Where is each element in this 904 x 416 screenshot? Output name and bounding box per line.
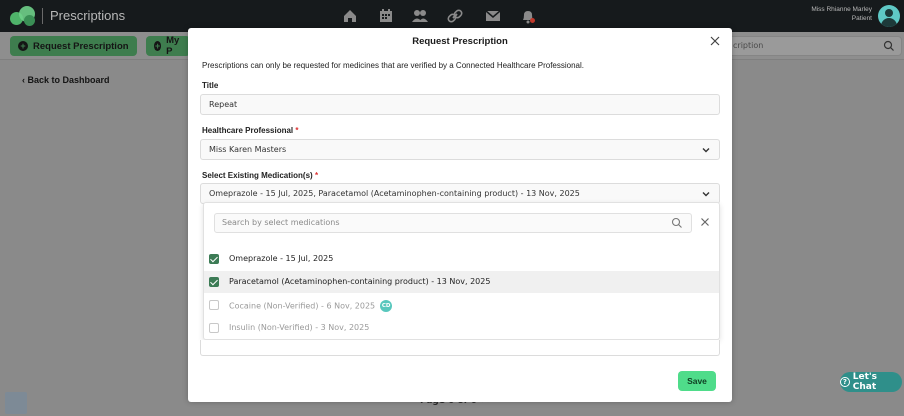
required-mark: * <box>314 171 319 180</box>
required-mark: * <box>295 126 299 135</box>
medication-option[interactable]: Insulin (Non-Verified) - 3 Nov, 2025 <box>204 317 719 339</box>
checkbox-checked[interactable] <box>209 254 219 264</box>
recaptcha-badge[interactable] <box>5 392 27 414</box>
modal-note: Prescriptions can only be requested for … <box>202 61 584 70</box>
help-icon: ? <box>840 377 850 387</box>
mail-icon[interactable] <box>483 6 503 26</box>
medications-value: Omeprazole - 15 Jul, 2025, Paracetamol (… <box>209 189 580 198</box>
chat-label: Let's Chat <box>852 372 878 392</box>
option-label: Cocaine (Non-Verified) - 6 Nov, 2025 <box>229 301 376 311</box>
checkbox-unchecked[interactable] <box>209 323 219 333</box>
user-name: Miss Rhianne Marley <box>811 6 872 13</box>
calendar-icon[interactable] <box>376 6 396 26</box>
plus-icon: + <box>154 41 162 51</box>
checkbox-unchecked[interactable] <box>209 300 219 310</box>
user-info[interactable]: Miss Rhianne Marley Patient <box>811 5 872 23</box>
medication-option[interactable]: Paracetamol (Acetaminophen-containing pr… <box>204 271 719 293</box>
request-prescription-button[interactable]: + Request Prescription <box>10 36 137 56</box>
medication-search-input[interactable]: Search by select medications <box>214 213 692 233</box>
lets-chat-button[interactable]: ? Let's Chat <box>840 372 902 392</box>
title-field[interactable]: Repeat <box>200 94 720 115</box>
option-label: Insulin (Non-Verified) - 3 Nov, 2025 <box>229 323 370 332</box>
medications-dropdown: Search by select medications Omeprazole … <box>203 202 720 340</box>
controlled-drug-badge: CD <box>380 300 393 312</box>
title-value: Repeat <box>209 100 238 109</box>
modal-title: Request Prescription <box>412 36 508 47</box>
home-icon[interactable] <box>340 6 360 26</box>
close-icon[interactable] <box>708 34 722 48</box>
app-title: Prescriptions <box>50 8 126 23</box>
checkbox-checked[interactable] <box>209 277 219 287</box>
back-label: Back to Dashboard <box>27 75 110 85</box>
option-label-wrap: Cocaine (Non-Verified) - 6 Nov, 2025 CD <box>229 300 393 312</box>
app-logo[interactable] <box>10 6 36 26</box>
plus-icon: + <box>18 41 28 51</box>
bell-icon[interactable] <box>518 6 538 26</box>
search-icon <box>671 217 682 228</box>
clear-search-icon[interactable] <box>698 215 712 229</box>
my-prescriptions-button[interactable]: + My P <box>146 35 190 57</box>
option-label: Paracetamol (Acetaminophen-containing pr… <box>229 277 491 286</box>
my-prescriptions-label: My P <box>166 35 180 57</box>
hidden-field[interactable] <box>200 340 720 356</box>
back-to-dashboard-link[interactable]: ‹ Back to Dashboard <box>22 75 110 85</box>
link-icon[interactable] <box>445 6 465 26</box>
medications-select[interactable]: Omeprazole - 15 Jul, 2025, Paracetamol (… <box>200 183 720 204</box>
search-placeholder: cription <box>733 41 764 50</box>
save-button[interactable]: Save <box>678 371 716 391</box>
medication-option[interactable]: Cocaine (Non-Verified) - 6 Nov, 2025 CD <box>204 294 719 316</box>
people-icon[interactable] <box>410 6 430 26</box>
hcp-label: Healthcare Professional * <box>202 126 299 135</box>
user-role: Patient <box>851 15 872 22</box>
option-label: Omeprazole - 15 Jul, 2025 <box>229 254 334 263</box>
search-icon[interactable] <box>883 40 895 52</box>
request-prescription-modal: Request Prescription Prescriptions can o… <box>188 28 732 402</box>
medications-label: Select Existing Medication(s) * <box>202 171 319 180</box>
request-prescription-label: Request Prescription <box>33 40 129 52</box>
healthcare-professional-select[interactable]: Miss Karen Masters <box>200 139 720 160</box>
medication-option[interactable]: Omeprazole - 15 Jul, 2025 <box>204 248 719 270</box>
hcp-value: Miss Karen Masters <box>209 145 287 154</box>
avatar[interactable] <box>878 5 900 27</box>
chevron-down-icon <box>702 148 710 153</box>
prescription-search-input[interactable]: cription <box>720 36 902 56</box>
title-label: Title <box>202 81 219 90</box>
dropdown-search-placeholder: Search by select medications <box>222 218 340 227</box>
brand-divider <box>42 8 43 24</box>
chevron-down-icon <box>702 192 710 197</box>
